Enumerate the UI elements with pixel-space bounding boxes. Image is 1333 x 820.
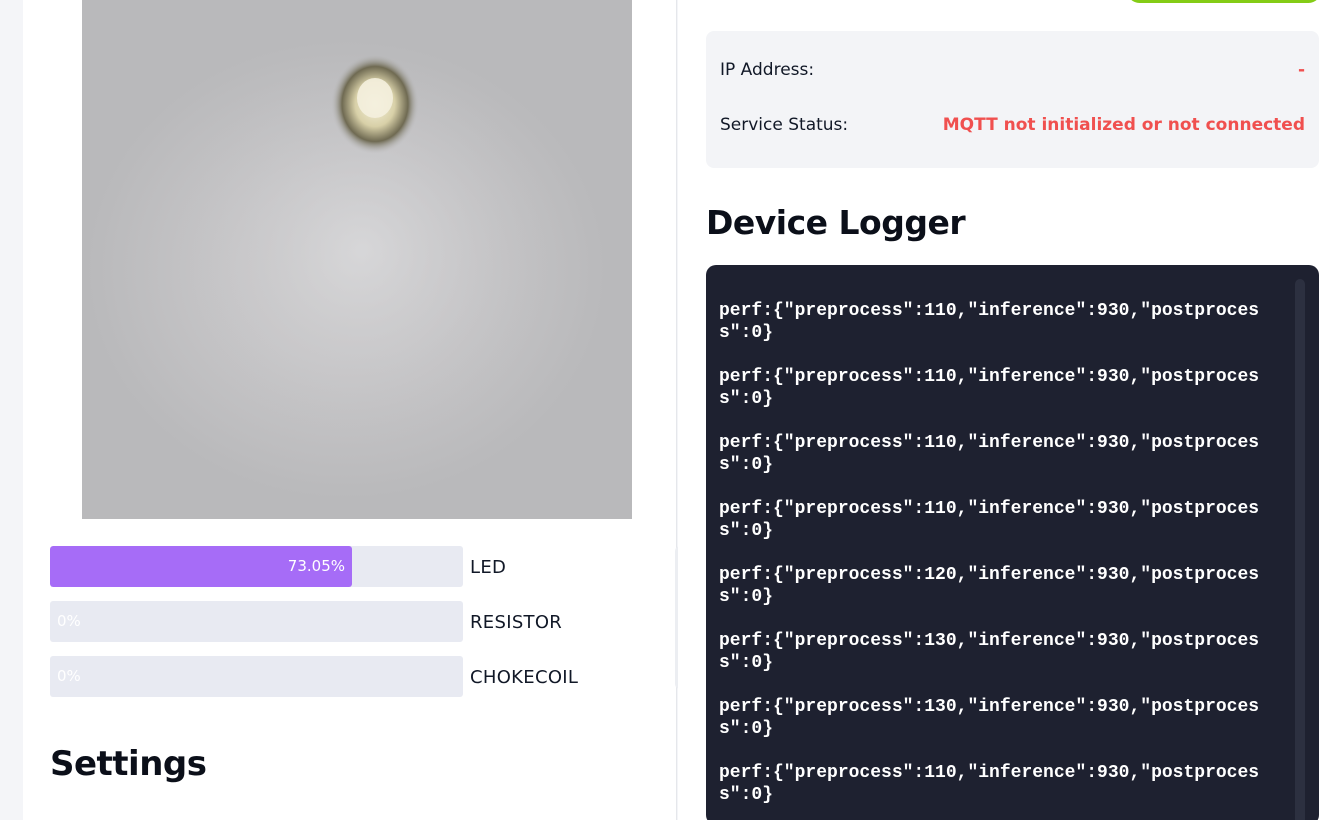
prediction-list: 73.05% LED 0% RESISTOR 0% CHOKECOIL <box>50 546 685 697</box>
device-logger-console[interactable]: perf:{"preprocess":110,"inference":930,"… <box>706 265 1319 820</box>
ip-address-label: IP Address: <box>720 60 815 80</box>
logger-scrollbar[interactable] <box>1295 279 1305 820</box>
log-line: perf:{"preprocess":110,"inference":930,"… <box>719 433 1260 475</box>
log-line: perf:{"preprocess":130,"inference":930,"… <box>719 697 1260 739</box>
prediction-label: LED <box>470 557 507 578</box>
top-action-button[interactable] <box>1127 0 1321 3</box>
prediction-bar-track: 0% <box>50 656 463 697</box>
camera-panel: 73.05% LED 0% RESISTOR 0% CHOKECOIL Sett… <box>23 0 685 820</box>
service-status-value: MQTT not initialized or not connected <box>942 115 1305 135</box>
log-line: perf:{"preprocess":110,"inference":930,"… <box>719 301 1260 343</box>
prediction-bar-track: 0% <box>50 601 463 642</box>
prediction-label: RESISTOR <box>470 612 563 633</box>
prediction-bar-track: 73.05% <box>50 546 463 587</box>
prediction-value: 0% <box>57 667 81 685</box>
device-info-card: IP Address: - Service Status: MQTT not i… <box>706 31 1319 168</box>
device-panel: IP Address: - Service Status: MQTT not i… <box>678 0 1333 820</box>
settings-title: Settings <box>50 744 207 784</box>
log-lines: perf:{"preprocess":110,"inference":930,"… <box>719 300 1279 820</box>
camera-preview-image <box>82 0 632 519</box>
prediction-row-chokecoil: 0% CHOKECOIL <box>50 656 650 697</box>
camera-frame-graphic <box>172 54 552 440</box>
ip-address-value: - <box>1297 60 1305 80</box>
log-line: perf:{"preprocess":110,"inference":930,"… <box>719 763 1260 805</box>
prediction-row-led: 73.05% LED <box>50 546 650 587</box>
log-line: perf:{"preprocess":120,"inference":930,"… <box>719 565 1260 607</box>
device-logger-title: Device Logger <box>706 203 966 242</box>
log-line: perf:{"preprocess":130,"inference":930,"… <box>719 631 1260 673</box>
log-line: perf:{"preprocess":110,"inference":930,"… <box>719 499 1260 541</box>
service-status-label: Service Status: <box>720 115 849 135</box>
prediction-row-resistor: 0% RESISTOR <box>50 601 650 642</box>
prediction-value: 73.05% <box>287 557 345 575</box>
prediction-label: CHOKECOIL <box>470 667 579 688</box>
prediction-value: 0% <box>57 612 81 630</box>
log-line: perf:{"preprocess":110,"inference":930,"… <box>719 367 1260 409</box>
